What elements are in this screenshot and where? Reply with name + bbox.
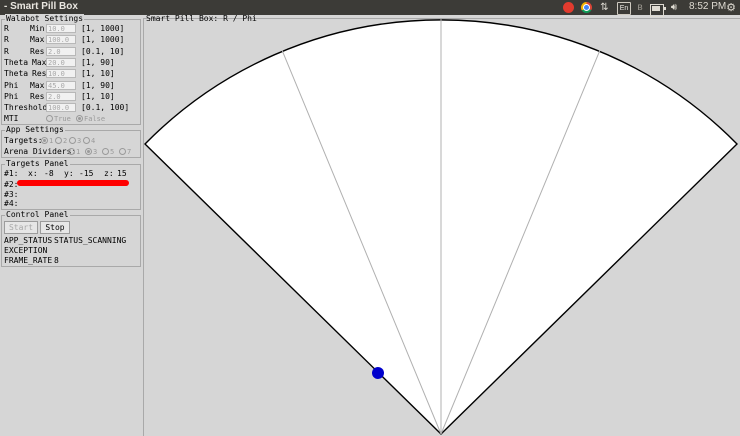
setting-sublabel: Max xyxy=(30,80,45,90)
control-panel-legend: Control Panel xyxy=(5,210,70,220)
setting-sublabel: Res xyxy=(32,69,47,79)
setting-value-input[interactable]: 100.0 xyxy=(46,35,76,45)
radio-icon xyxy=(46,114,53,122)
setting-range: [1, 90] xyxy=(81,57,115,67)
setting-value-input[interactable]: 100.0 xyxy=(46,103,76,113)
setting-range: [1, 1000] xyxy=(81,24,125,33)
target-id: #1: xyxy=(4,169,19,178)
setting-sublabel: Res xyxy=(30,46,45,56)
targets-option-4[interactable]: 4 xyxy=(83,136,95,146)
target-z-value: 15 xyxy=(117,169,127,178)
clock[interactable]: 8:52 PM xyxy=(689,1,726,12)
setting-sublabel: Res xyxy=(30,91,45,101)
setting-range: [0.1, 10] xyxy=(81,46,125,56)
targets-panel-legend: Targets Panel xyxy=(5,159,70,169)
setting-range: [1, 1000] xyxy=(81,35,125,45)
setting-sublabel: Max xyxy=(32,57,47,67)
setting-range: [1, 10] xyxy=(81,91,115,101)
status-key: APP_STATUS xyxy=(4,236,53,245)
radio-icon xyxy=(41,136,48,144)
control-panel: Control Panel Start Stop APP_STATUS STAT… xyxy=(1,210,141,267)
app-settings-legend: App Settings xyxy=(5,125,65,135)
arena-dividers-label: Arena Dividers: xyxy=(4,147,77,156)
walabot-settings-panel: Walabot Settings R Min 10.0 [1, 1000] R Max 10… xyxy=(1,14,141,125)
radio-icon xyxy=(102,147,109,155)
setting-label: Theta xyxy=(4,57,29,67)
target-y-label: y: xyxy=(64,169,74,178)
setting-range: [1, 10] xyxy=(81,69,115,79)
volume-icon[interactable]: 🔊︎ xyxy=(668,2,680,13)
setting-value-input[interactable]: 2.0 xyxy=(46,46,76,56)
setting-value-input[interactable]: 10.0 xyxy=(46,69,76,79)
target-z-label: z: xyxy=(104,169,114,178)
radio-icon xyxy=(119,147,126,155)
setting-range: [1, 90] xyxy=(81,80,115,90)
setting-value-input[interactable]: 20.0 xyxy=(46,57,76,67)
mti-option-true[interactable]: True xyxy=(46,114,71,124)
radio-icon xyxy=(55,136,62,144)
radio-icon xyxy=(69,136,76,144)
mti-option-false[interactable]: False xyxy=(76,114,105,124)
redacted-target-line xyxy=(17,180,129,186)
chrome-icon[interactable] xyxy=(581,2,592,13)
radio-icon xyxy=(76,114,83,122)
status-key: EXCEPTION xyxy=(4,246,48,255)
app-settings-panel: App Settings Targets: 1234 Arena Divider… xyxy=(1,125,141,158)
keyboard-language-indicator[interactable]: En xyxy=(617,2,631,15)
radio-icon xyxy=(68,147,75,155)
dividers-option-3[interactable]: 3 xyxy=(85,147,97,157)
target-id: #4: xyxy=(4,199,19,208)
network-updown-icon[interactable]: ⇅ xyxy=(599,2,610,13)
targets-setting-label: Targets: xyxy=(4,136,43,145)
setting-label: Phi xyxy=(4,80,19,90)
battery-level-fill xyxy=(652,6,660,11)
stop-button[interactable]: Stop xyxy=(40,221,70,234)
setting-label: R xyxy=(4,46,9,56)
window-title: - Smart Pill Box xyxy=(4,1,78,12)
gear-icon[interactable]: ⚙ xyxy=(725,2,737,14)
bluetooth-icon[interactable]: ʙ xyxy=(636,2,644,13)
setting-label: Theta xyxy=(4,69,29,79)
target-marker xyxy=(372,367,384,379)
targets-option-2[interactable]: 2 xyxy=(55,136,67,146)
start-button[interactable]: Start xyxy=(4,221,38,234)
targets-panel: Targets Panel #1: x: -8 y: -15 z: 15 #2:… xyxy=(1,159,141,210)
setting-sublabel: Max xyxy=(30,35,45,45)
targets-setting-row: Targets: 1234 xyxy=(4,136,140,146)
target-x-value: -8 xyxy=(44,169,54,178)
setting-range: [0.1, 100] xyxy=(81,103,130,113)
walabot-settings-legend: Walabot Settings xyxy=(5,14,85,24)
battery-icon[interactable] xyxy=(650,4,666,17)
setting-label: R xyxy=(4,35,9,45)
radio-icon xyxy=(85,147,92,155)
setting-value-input[interactable]: 10.0 xyxy=(46,24,76,33)
top-menu-bar: - Smart Pill Box ⇅ En ʙ 🔊︎ 8:52 PM ⚙ xyxy=(0,0,740,17)
arena-dividers-row: Arena Dividers: 1357 xyxy=(4,147,140,157)
targets-option-1[interactable]: 1 xyxy=(41,136,53,146)
dividers-option-1[interactable]: 1 xyxy=(68,147,80,157)
radio-icon xyxy=(83,136,90,144)
setting-label: R xyxy=(4,24,9,33)
setting-value-input[interactable]: 2.0 xyxy=(46,91,76,101)
targets-option-3[interactable]: 3 xyxy=(69,136,81,146)
target-x-label: x: xyxy=(28,169,38,178)
mti-label: MTI xyxy=(4,114,19,124)
status-key: FRAME_RATE xyxy=(4,256,53,265)
setting-label: Phi xyxy=(4,91,19,101)
record-indicator-icon[interactable] xyxy=(563,2,574,13)
status-value: STATUS_SCANNING xyxy=(54,236,127,245)
target-y-value: -15 xyxy=(79,169,94,178)
setting-sublabel: Min xyxy=(30,24,45,33)
arena-canvas[interactable] xyxy=(143,18,740,436)
setting-label: Threshold xyxy=(4,103,48,113)
dividers-option-5[interactable]: 5 xyxy=(102,147,114,157)
dividers-option-7[interactable]: 7 xyxy=(119,147,131,157)
setting-value-input[interactable]: 45.0 xyxy=(46,80,76,90)
status-value: 8 xyxy=(54,256,59,265)
